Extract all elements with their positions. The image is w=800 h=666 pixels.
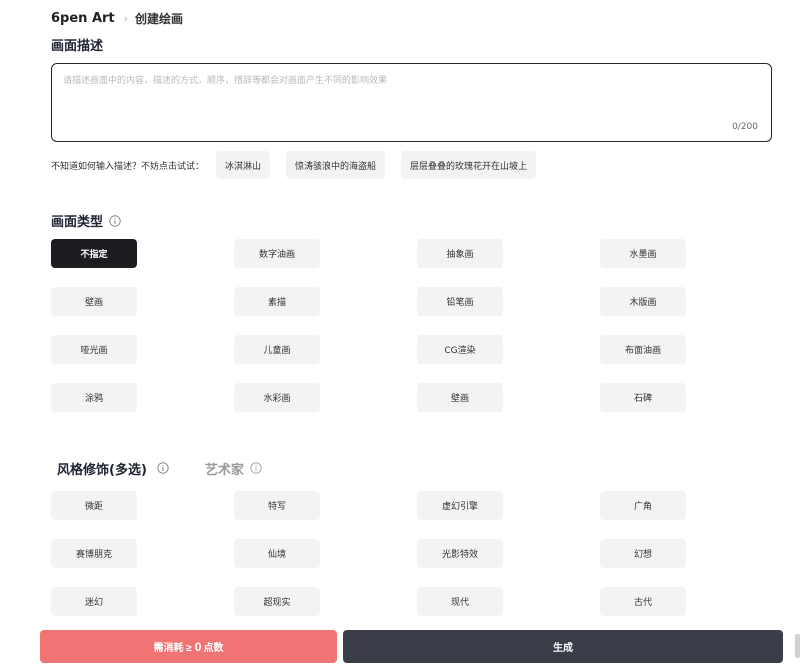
cost-value: 0 [194,639,202,654]
style-option[interactable]: 光影特效 [417,539,503,568]
scrollbar-thumb[interactable] [795,634,800,658]
picture-type-title-text: 画面类型 [51,215,104,230]
picture-type-option[interactable]: 壁画 [417,383,503,412]
style-tabs: 风格修饰(多选) 艺术家 [57,458,262,478]
style-option[interactable]: 广角 [600,491,686,520]
picture-type-option[interactable]: 素描 [234,287,320,316]
style-option[interactable]: 现代 [417,587,503,616]
picture-type-option[interactable]: 涂鸦 [51,383,137,412]
picture-type-grid: 不指定 数字油画 抽象画 水墨画 壁画 素描 铅笔画 木版画 哑光画 儿童画 C… [51,239,686,412]
tab-artist-label: 艺术家 [204,462,244,478]
hint-text: 不知道如何输入描述？不妨点击试试： [51,161,205,172]
picture-type-option[interactable]: 抽象画 [417,239,503,268]
picture-type-option[interactable]: 不指定 [51,239,137,268]
info-icon[interactable] [109,214,121,227]
tab-style-modifiers[interactable]: 风格修饰(多选) [57,459,169,478]
example-chip[interactable]: 冰淇淋山 [216,151,271,179]
style-option[interactable]: 特写 [234,491,320,520]
example-hints: 不知道如何输入描述？不妨点击试试： 冰淇淋山 惊涛骇浪中的海盗船 层层叠叠的玫瑰… [51,151,552,179]
picture-type-option[interactable]: 哑光画 [51,335,137,364]
description-box[interactable]: 0/200 [51,63,772,142]
style-option[interactable]: 微距 [51,491,137,520]
style-option[interactable]: 虚幻引擎 [417,491,503,520]
breadcrumb: 6pen Art › 创建绘画 [51,9,183,27]
cost-button[interactable]: 需消耗 ≥ 0 点数 [40,630,337,663]
picture-type-option[interactable]: 水墨画 [600,239,686,268]
picture-type-option[interactable]: CG渲染 [417,335,503,364]
breadcrumb-app-link[interactable]: 6pen Art [51,11,115,26]
picture-type-option[interactable]: 水彩画 [234,383,320,412]
character-counter: 0/200 [732,122,758,132]
info-icon[interactable] [250,462,262,474]
picture-type-title: 画面类型 [51,211,121,230]
style-option[interactable]: 古代 [600,587,686,616]
cost-suffix: 点数 [203,643,224,654]
picture-type-option[interactable]: 壁画 [51,287,137,316]
style-option[interactable]: 超现实 [234,587,320,616]
style-option[interactable]: 赛博朋克 [51,539,137,568]
style-option[interactable]: 迷幻 [51,587,137,616]
style-option[interactable]: 仙境 [234,539,320,568]
example-chip[interactable]: 层层叠叠的玫瑰花开在山坡上 [401,151,537,179]
picture-type-option[interactable]: 数字油画 [234,239,320,268]
tab-artist[interactable]: 艺术家 [205,459,262,478]
picture-type-option[interactable]: 铅笔画 [417,287,503,316]
picture-type-option[interactable]: 布面油画 [600,335,686,364]
style-options-grid: 微距 特写 虚幻引擎 广角 赛博朋克 仙境 光影特效 幻想 迷幻 超现实 现代 … [51,491,686,616]
action-bar: 需消耗 ≥ 0 点数 生成 [40,630,783,663]
cost-prefix: 需消耗 ≥ [153,643,192,654]
style-option[interactable]: 幻想 [600,539,686,568]
description-title-text: 画面描述 [51,39,104,54]
tab-style-label: 风格修饰(多选) [57,462,147,478]
description-title: 画面描述 [51,35,103,54]
description-input[interactable] [63,73,760,117]
picture-type-option[interactable]: 石碑 [600,383,686,412]
breadcrumb-current-page: 创建绘画 [135,11,184,26]
chevron-right-icon: › [123,11,129,25]
generate-button[interactable]: 生成 [343,630,783,663]
info-icon[interactable] [157,462,169,474]
picture-type-option[interactable]: 儿童画 [234,335,320,364]
picture-type-option[interactable]: 木版画 [600,287,686,316]
example-chip[interactable]: 惊涛骇浪中的海盗船 [286,151,386,179]
